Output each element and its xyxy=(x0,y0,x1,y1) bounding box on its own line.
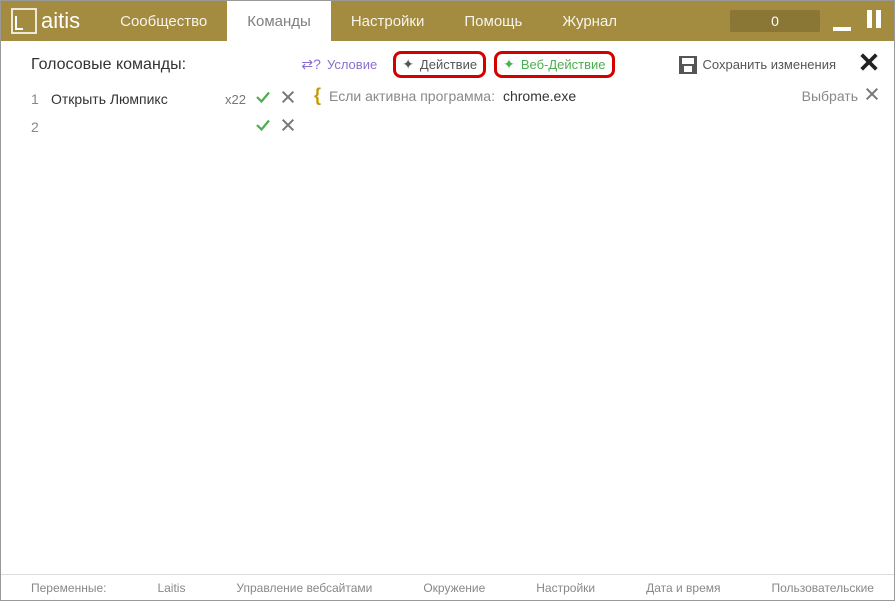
pause-button[interactable] xyxy=(864,10,884,33)
footer-label: Переменные: xyxy=(31,581,106,595)
command-count: x22 xyxy=(225,92,246,107)
cursor-icon: ✦ xyxy=(402,56,414,73)
title-controls: 0 xyxy=(730,10,894,33)
condition-row: { Если активна программа: chrome.exe Выб… xyxy=(314,85,880,106)
choose-button[interactable]: Выбрать xyxy=(802,88,858,104)
delete-command-button[interactable] xyxy=(280,117,296,138)
web-action-button[interactable]: ✦ Веб-Действие xyxy=(494,51,614,78)
command-text: Открыть Люмпикс xyxy=(51,91,217,107)
condition-panel: { Если активна программа: chrome.exe Выб… xyxy=(306,81,894,572)
top-counter[interactable]: 0 xyxy=(730,10,820,32)
save-icon xyxy=(679,56,697,74)
footer-item-laitis[interactable]: Laitis xyxy=(157,581,185,595)
title-bar: aitis Сообщество Команды Настройки Помощ… xyxy=(1,1,894,41)
delete-command-button[interactable] xyxy=(280,89,296,110)
web-action-label: Веб-Действие xyxy=(521,57,606,72)
brace-icon: { xyxy=(314,85,321,106)
save-button[interactable]: Сохранить изменения xyxy=(671,52,845,78)
commands-list: 1 Открыть Люмпикс x22 2 xyxy=(1,81,306,572)
command-row[interactable]: 2 xyxy=(31,113,296,141)
action-button[interactable]: ✦ Действие xyxy=(393,51,486,78)
delete-condition-button[interactable] xyxy=(864,86,880,105)
footer-item-settings[interactable]: Настройки xyxy=(536,581,595,595)
condition-label: Если активна программа: xyxy=(329,88,495,104)
tab-journal[interactable]: Журнал xyxy=(542,1,637,41)
command-number: 1 xyxy=(31,91,43,107)
footer-item-custom[interactable]: Пользовательские xyxy=(771,581,874,595)
question-icon: ⇄? xyxy=(301,56,321,73)
condition-value: chrome.exe xyxy=(503,88,576,104)
check-icon xyxy=(254,116,272,139)
cursor-web-icon: ✦ xyxy=(503,56,515,73)
close-button[interactable] xyxy=(858,49,880,80)
condition-button[interactable]: ⇄? Условие xyxy=(293,52,385,77)
footer: Переменные: Laitis Управление вебсайтами… xyxy=(1,574,894,600)
content-area: 1 Открыть Люмпикс x22 2 { Если активна п… xyxy=(1,81,894,572)
command-row[interactable]: 1 Открыть Люмпикс x22 xyxy=(31,85,296,113)
app-name: aitis xyxy=(41,8,80,34)
minimize-button[interactable] xyxy=(832,11,852,32)
footer-item-websites[interactable]: Управление вебсайтами xyxy=(236,581,372,595)
logo-icon xyxy=(11,8,37,34)
tab-commands[interactable]: Команды xyxy=(227,1,331,41)
action-label: Действие xyxy=(420,57,477,72)
tab-help[interactable]: Помощь xyxy=(444,1,542,41)
app-logo: aitis xyxy=(11,8,80,34)
command-number: 2 xyxy=(31,119,43,135)
footer-item-datetime[interactable]: Дата и время xyxy=(646,581,720,595)
footer-item-environment[interactable]: Окружение xyxy=(423,581,485,595)
toolbar-title: Голосовые команды: xyxy=(31,56,186,74)
tab-settings[interactable]: Настройки xyxy=(331,1,445,41)
tab-community[interactable]: Сообщество xyxy=(100,1,227,41)
save-label: Сохранить изменения xyxy=(703,57,837,72)
check-icon xyxy=(254,88,272,111)
condition-label: Условие xyxy=(327,57,377,72)
